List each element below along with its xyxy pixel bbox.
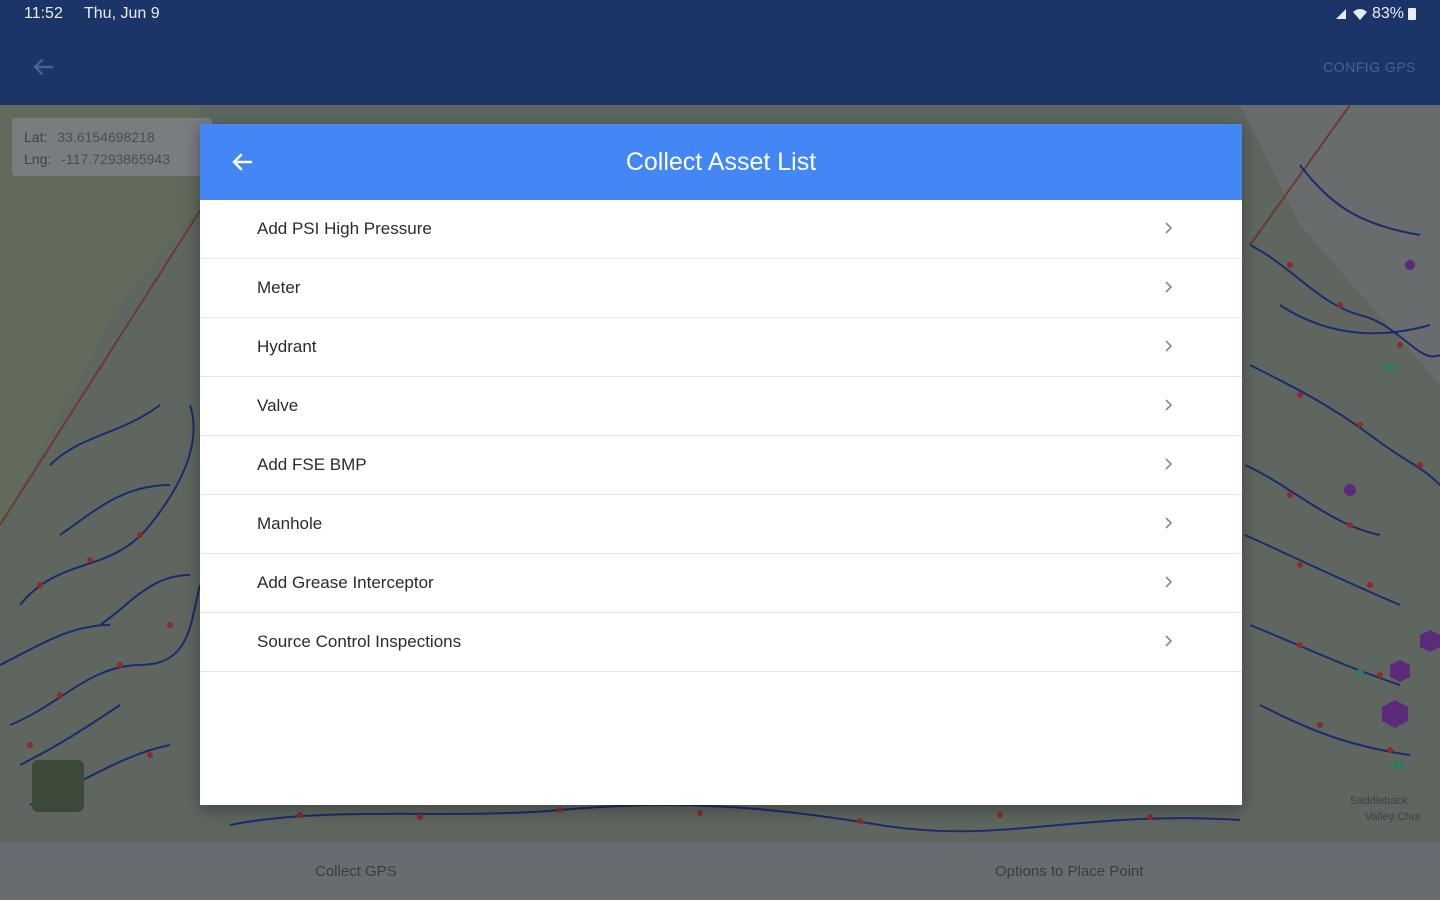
chevron-right-icon (1165, 281, 1173, 293)
list-item-label: Add PSI High Pressure (257, 219, 432, 238)
list-item[interactable]: Manhole (200, 495, 1242, 554)
list-item-label: Source Control Inspections (257, 632, 462, 651)
list-item-label: Manhole (257, 514, 323, 533)
list-item[interactable]: Add Grease Interceptor (200, 554, 1242, 613)
bottom-toolbar: Collect GPS Options to Place Point (0, 843, 1440, 900)
latitude-value: 33.6154698218 (57, 129, 155, 145)
list-item[interactable]: Add PSI High Pressure (200, 200, 1242, 259)
list-item-label: Add Grease Interceptor (257, 573, 434, 592)
coordinates-panel: Lat: 33.6154698218 Lng: -117.7293865943 (12, 118, 212, 176)
longitude-value: -117.7293865943 (61, 151, 170, 167)
chevron-right-icon (1165, 576, 1173, 588)
latitude-label: Lat: (24, 129, 48, 145)
list-item-label: Valve (257, 396, 299, 415)
list-item[interactable]: Valve (200, 377, 1242, 436)
chevron-right-icon (1165, 458, 1173, 470)
basemap-toggle-button[interactable] (32, 760, 84, 812)
battery-percent: 83% (1371, 5, 1404, 22)
collect-gps-button[interactable]: Collect GPS (315, 863, 397, 880)
longitude-label: Lng: (24, 151, 52, 167)
collect-asset-dialog: Collect Asset List Add PSI High Pressure… (200, 124, 1242, 805)
chevron-right-icon (1165, 399, 1173, 411)
latitude-row: Lat: 33.6154698218 (24, 129, 155, 145)
map-label-2: Valley Chur (1365, 811, 1422, 823)
status-bar: 11:52 Thu, Jun 9 83% (0, 0, 1440, 30)
list-item-label: Hydrant (257, 337, 317, 356)
list-item-label: Add FSE BMP (257, 455, 367, 474)
dialog-title: Collect Asset List (625, 148, 817, 176)
chevron-right-icon (1165, 517, 1173, 529)
status-date: Thu, Jun 9 (84, 5, 160, 22)
list-item[interactable]: Hydrant (200, 318, 1242, 377)
chevron-right-icon (1165, 222, 1173, 234)
app-bar: CONFIG GPS (0, 30, 1440, 105)
options-place-point-button[interactable]: Options to Place Point (995, 863, 1143, 880)
config-gps-button[interactable]: CONFIG GPS (1323, 59, 1416, 75)
status-time: 11:52 (24, 5, 63, 22)
asset-list: Add PSI High Pressure Meter Hydrant Valv… (200, 200, 1242, 672)
dialog-header: Collect Asset List (200, 124, 1242, 200)
arrow-left-icon (33, 58, 54, 76)
status-icons: 83% (1334, 5, 1416, 23)
chevron-right-icon (1165, 340, 1173, 352)
list-item[interactable]: Add FSE BMP (200, 436, 1242, 495)
screen: 11:52 Thu, Jun 9 83% CONFIG GPS Lat: 33.… (0, 0, 1440, 900)
wifi-icon (1352, 9, 1367, 20)
list-item[interactable]: Source Control Inspections (200, 613, 1242, 672)
app-back-button[interactable] (30, 54, 56, 80)
map-label-1: Saddleback (1350, 795, 1408, 807)
battery-icon (1408, 8, 1416, 20)
list-item-label: Meter (257, 278, 301, 297)
signal-icon (1335, 9, 1346, 19)
longitude-row: Lng: -117.7293865943 (24, 151, 170, 167)
chevron-right-icon (1165, 635, 1173, 647)
list-item[interactable]: Meter (200, 259, 1242, 318)
